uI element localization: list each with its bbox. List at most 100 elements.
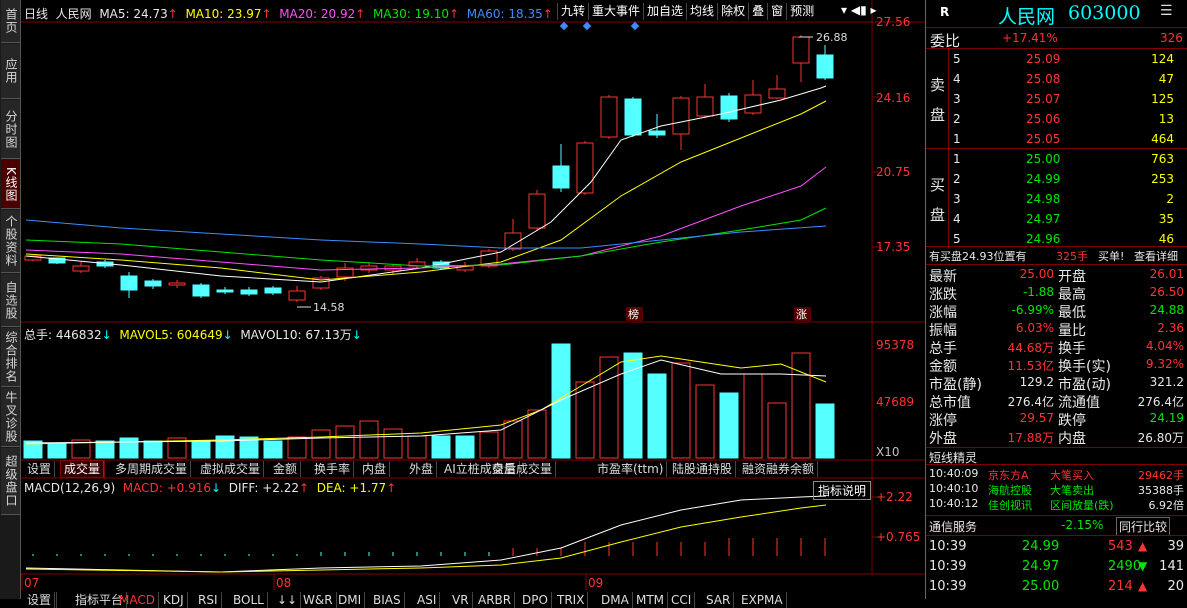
func-tab-3[interactable]: 虚拟成交量: [197, 461, 265, 477]
sell-volume: 464: [1151, 132, 1174, 146]
toolbar-button-0[interactable]: 九转: [557, 3, 588, 20]
func-tab-2[interactable]: 多周期成交量: [112, 461, 192, 477]
volume-bar: [671, 362, 691, 459]
func-tab-7[interactable]: 外盘: [406, 461, 438, 477]
toolbar-button-2[interactable]: 加自选: [643, 3, 686, 20]
indicator-tab-12[interactable]: VR: [449, 592, 473, 608]
sell-level[interactable]: 1 25.05 464: [926, 130, 1187, 150]
menu-icon[interactable]: ☰: [1160, 3, 1173, 19]
side-tab-3[interactable]: K线图: [1, 160, 20, 209]
toolbar-button-5[interactable]: 叠: [748, 3, 767, 20]
toolbar-button-6[interactable]: 窗: [767, 3, 786, 20]
volume-bar: [767, 402, 787, 459]
sell-level[interactable]: 3 25.07 125: [926, 90, 1187, 110]
kline-chart-area[interactable]: 27.56 24.16 20.75 17.35 95378 47689 X10 +2.22 +0…: [21, 0, 925, 608]
stat-row: 涨停 29.57 跌停 24.19: [926, 410, 1187, 429]
volume-bar: [143, 440, 163, 459]
jingling-time: 10:40:09: [929, 467, 979, 480]
func-tab-6[interactable]: 内盘: [359, 461, 391, 477]
peer-compare-button[interactable]: 同行比较: [1116, 517, 1171, 536]
indicator-tab-15[interactable]: TRIX: [554, 592, 589, 608]
side-tab-2[interactable]: 分时图: [1, 100, 20, 159]
side-tab-4[interactable]: 个股资料: [1, 210, 20, 273]
volume-bar: [431, 435, 451, 459]
event-marker-icon[interactable]: [582, 21, 592, 31]
tick-price: 24.97: [1022, 559, 1060, 574]
indicator-tab-14[interactable]: DPO: [519, 592, 552, 608]
indicator-tab-17[interactable]: MTM: [633, 592, 669, 608]
jingling-row[interactable]: 10:40:10 海航控股 大笔卖出 35388手: [926, 482, 1187, 497]
indicator-tab-20[interactable]: EXPMA: [738, 592, 787, 608]
candle: [672, 97, 690, 135]
jingling-row[interactable]: 10:40:12 佳创视讯 区间放量(跌) 6.92倍: [926, 497, 1187, 512]
buy-price: 24.96: [1026, 232, 1061, 246]
macd-axis-label: +0.765: [876, 530, 920, 544]
candle: [624, 98, 642, 136]
indicator-tab-7[interactable]: ↓↓: [274, 592, 302, 608]
jingling-row[interactable]: 10:40:09 京东方A 大笔买入 29462手: [926, 467, 1187, 482]
toolbar-button-3[interactable]: 均线: [686, 3, 717, 20]
quote-panel: R 人民网 603000 ☰ 委比 +17.41% 326 卖盘 买盘 5 25.09 124 4 25.…: [925, 0, 1187, 599]
side-tab-1[interactable]: 应用: [1, 44, 20, 99]
func-tab-12[interactable]: 融资融券余额: [739, 461, 819, 477]
side-tab-5[interactable]: 自选股: [1, 274, 20, 327]
chart-header: 日线 人民网 MA5: 24.73↑ MA10: 23.97↑ MA20: 20…: [24, 7, 553, 21]
indicator-tab-1[interactable]: [50, 592, 57, 608]
side-tab-8[interactable]: 超级盘口: [1, 448, 20, 515]
candle: [72, 265, 90, 272]
func-tab-10[interactable]: 市盈率(ttm): [594, 461, 668, 477]
ma60-line: [25, 219, 827, 249]
indicator-explain-button[interactable]: 指标说明: [813, 481, 872, 500]
func-tab-11[interactable]: 陆股通持股: [669, 461, 737, 477]
volume-bar: [191, 440, 211, 459]
buy-level[interactable]: 4 24.97 35: [926, 210, 1187, 230]
buy-level[interactable]: 1 25.00 763: [926, 150, 1187, 170]
event-marker-icon[interactable]: [559, 21, 569, 31]
stat-label-2: 流通值: [1058, 395, 1100, 411]
func-tab-9[interactable]: 盘后成交量: [489, 461, 557, 477]
indicator-tab-9[interactable]: DMI: [335, 592, 366, 608]
indicator-tab-8[interactable]: W&R: [300, 592, 337, 608]
side-tab-7[interactable]: 牛叉诊股: [1, 388, 20, 447]
sell-level[interactable]: 5 25.09 124: [926, 50, 1187, 70]
toolbar-button-4[interactable]: 除权: [717, 3, 748, 20]
chart-canvas[interactable]: 27.56 24.16 20.75 17.35 95378 47689 X10 +2.22 +0…: [21, 0, 925, 599]
buy-level[interactable]: 2 24.99 253: [926, 170, 1187, 190]
indicator-tab-16[interactable]: DMA: [598, 592, 633, 608]
side-tab-6[interactable]: 综合排名: [1, 328, 20, 387]
buy-level[interactable]: 5 24.96 46: [926, 230, 1187, 250]
indicator-tab-6[interactable]: BOLL: [230, 592, 268, 608]
indicator-tab-18[interactable]: CCI: [668, 592, 696, 608]
buy-level[interactable]: 3 24.98 2: [926, 190, 1187, 210]
sell-price: 25.06: [1026, 112, 1061, 126]
indicator-tab-19[interactable]: SAR: [703, 592, 735, 608]
tick-time: 10:39: [929, 579, 967, 594]
detail-button[interactable]: 查看详细: [1134, 248, 1178, 264]
event-marker-icon[interactable]: [630, 21, 640, 31]
indicator-tab-3[interactable]: MACD: [116, 592, 159, 608]
toolbar-button-7[interactable]: 预测: [786, 3, 817, 20]
sell-level[interactable]: 2 25.06 13: [926, 110, 1187, 130]
sell-level-num: 1: [953, 132, 961, 146]
buy-price: 24.98: [1026, 192, 1061, 206]
candle: [288, 290, 306, 301]
tick-time: 10:39: [929, 559, 967, 574]
indicator-tab-5[interactable]: RSI: [195, 592, 222, 608]
func-tab-5[interactable]: 换手率: [311, 461, 355, 477]
func-tab-0[interactable]: 设置: [24, 461, 56, 477]
func-tab-4[interactable]: 金额: [270, 461, 302, 477]
buy-level-num: 2: [953, 172, 961, 186]
indicator-tab-4[interactable]: KDJ: [160, 592, 188, 608]
candle: [744, 94, 762, 114]
indicator-tab-13[interactable]: ARBR: [475, 592, 516, 608]
indicator-tab-10[interactable]: BIAS: [370, 592, 405, 608]
toolbar-button-1[interactable]: 重大事件: [588, 3, 643, 20]
tick-time: 10:39: [929, 539, 967, 554]
stat-value-2: 321.2: [1149, 375, 1184, 389]
func-tab-1[interactable]: 成交量: [59, 460, 106, 478]
sell-level[interactable]: 4 25.08 47: [926, 70, 1187, 90]
candle: [192, 284, 210, 297]
indicator-tab-11[interactable]: ASI: [414, 592, 441, 608]
side-tab-0[interactable]: 首页: [1, 0, 20, 43]
toolbar-extra-icons[interactable]: ▾ ◀▮ ▸: [841, 3, 877, 17]
